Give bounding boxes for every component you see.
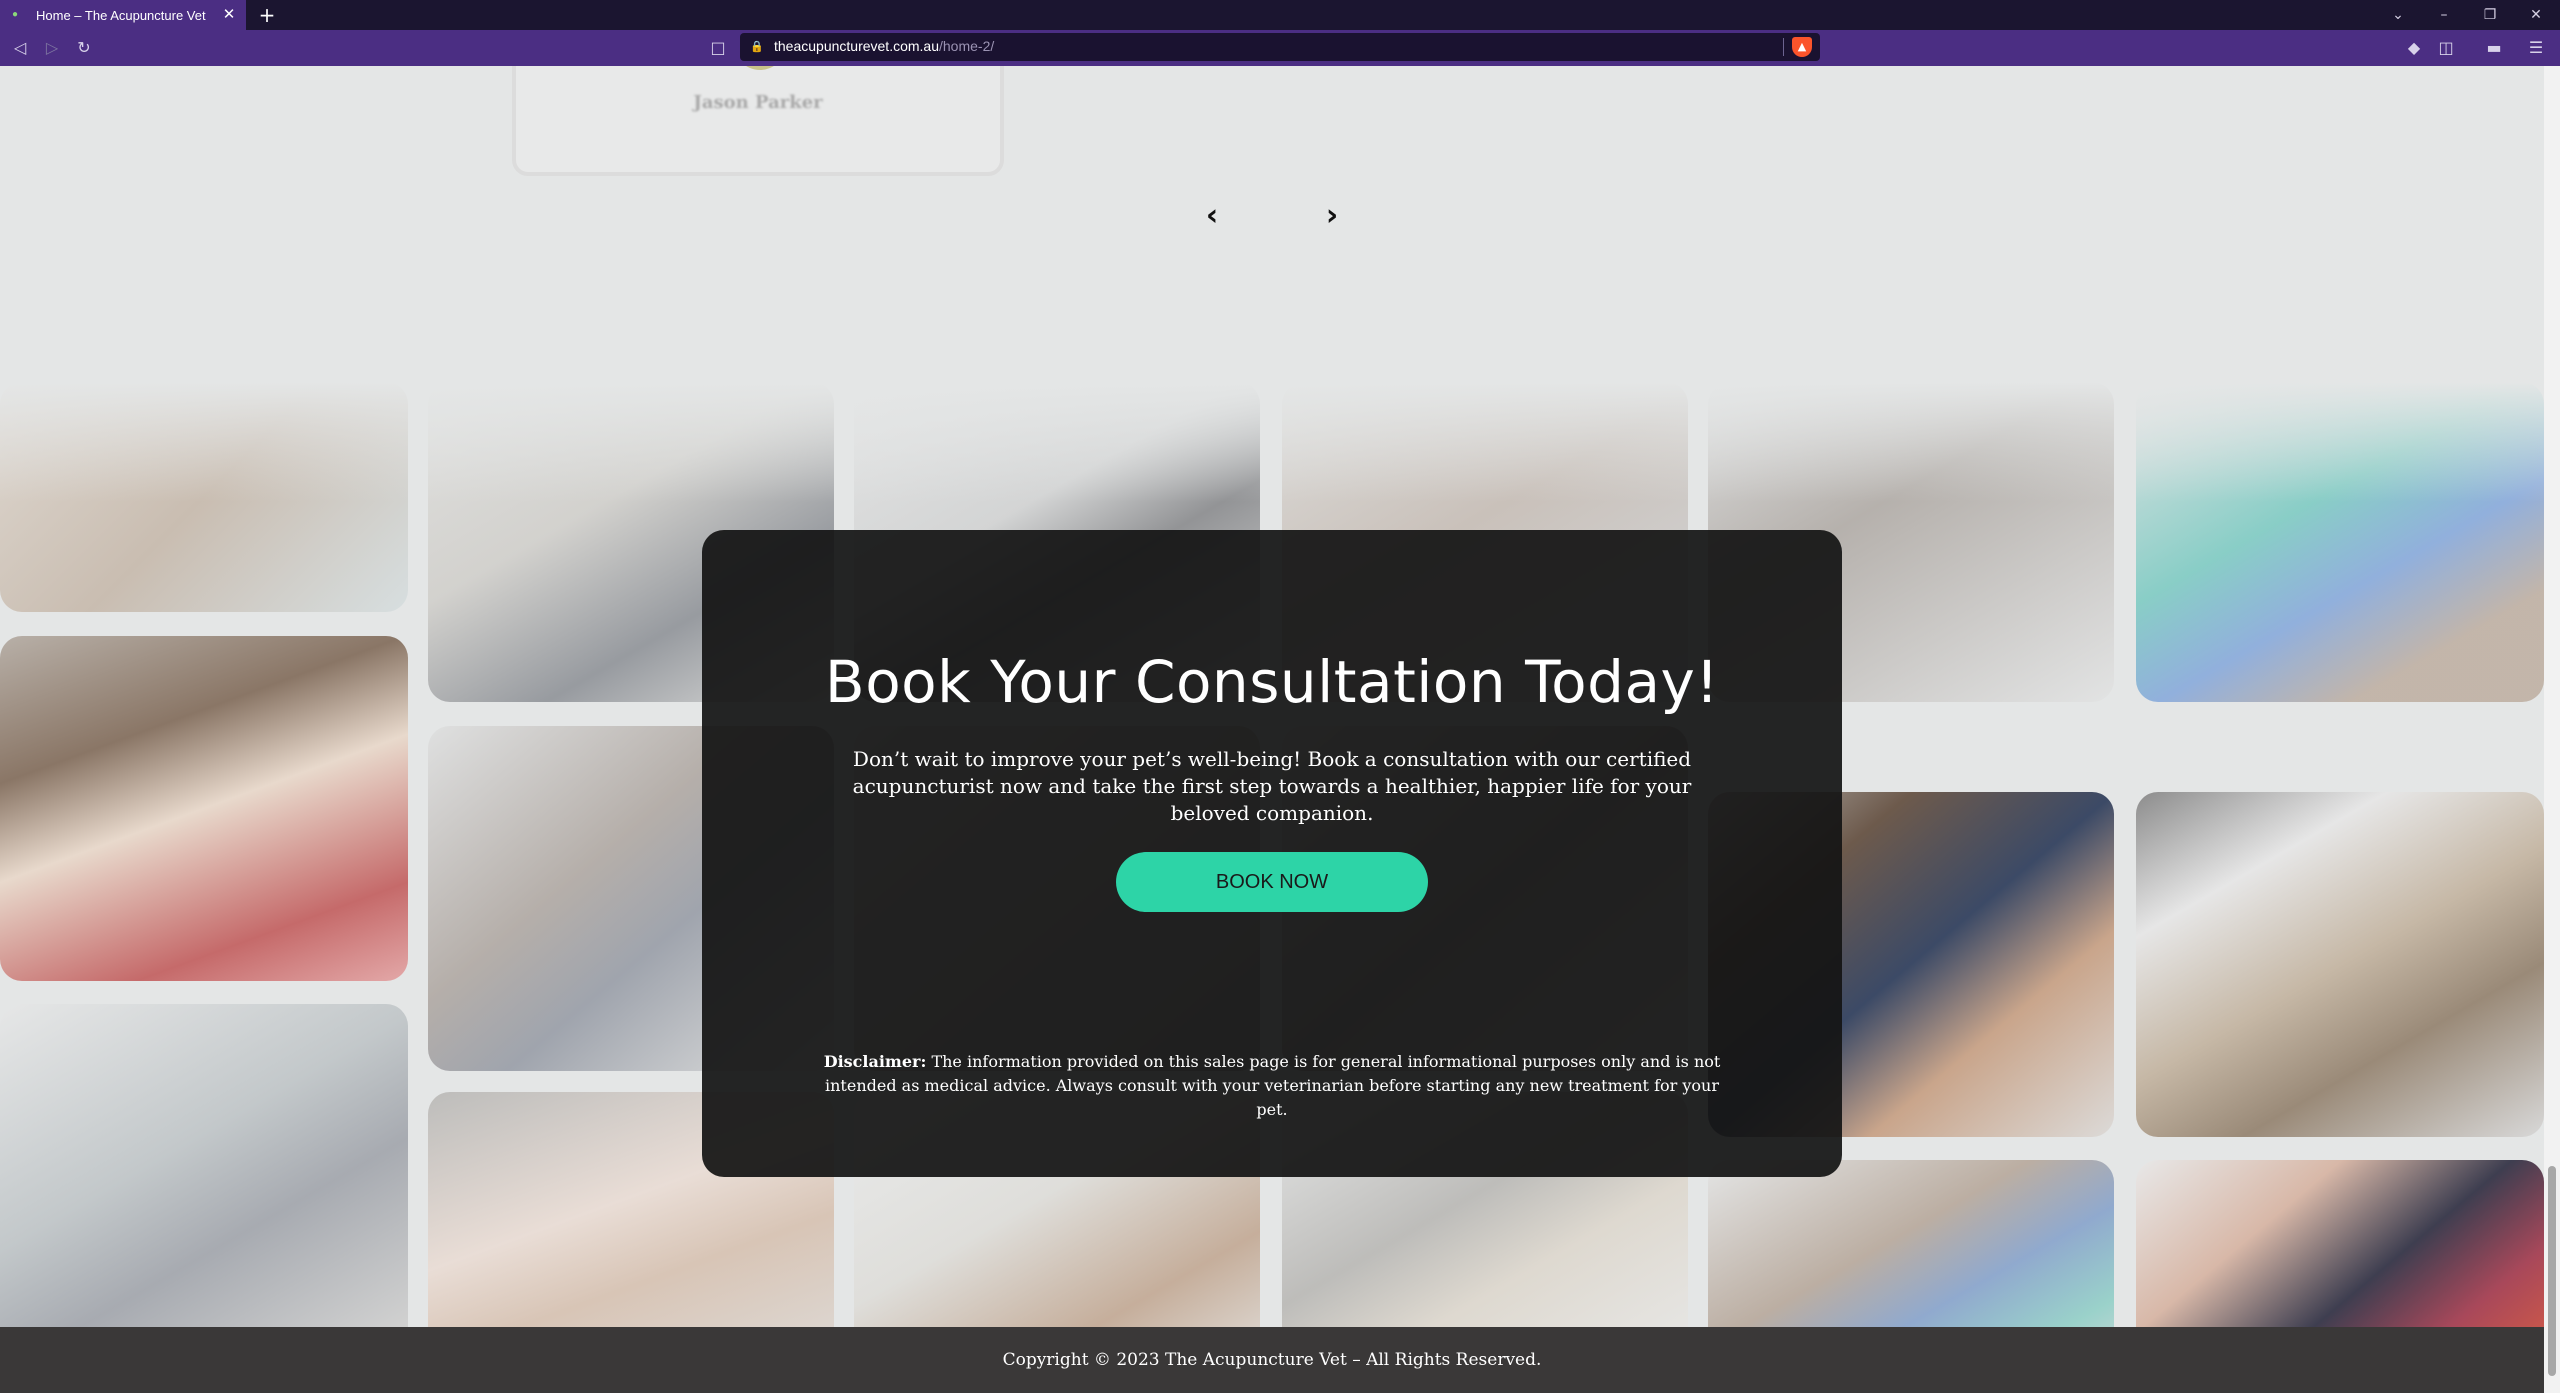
- extensions-icon[interactable]: ◆: [2402, 36, 2426, 60]
- minimize-icon[interactable]: –: [2428, 0, 2460, 30]
- consultation-cta-card: Book Your Consultation Today! Don’t wait…: [702, 530, 1842, 1177]
- disclaimer-label: Disclaimer:: [823, 1052, 927, 1071]
- page-content: Jason Parker ‹ › Book Your Consultation …: [0, 66, 2544, 1393]
- bookmark-icon[interactable]: □: [706, 36, 730, 60]
- browser-tab-strip: ● Home – The Acupuncture Vet ✕ + ⌄ – ❐ ✕: [0, 0, 2560, 30]
- avatar: [734, 66, 786, 70]
- site-favicon-icon: ●: [12, 9, 19, 20]
- footer: Copyright © 2023 The Acupuncture Vet – A…: [0, 1327, 2544, 1393]
- browser-tab[interactable]: ● Home – The Acupuncture Vet ✕: [0, 0, 246, 30]
- book-now-button[interactable]: BOOK NOW: [1116, 852, 1428, 912]
- url-text: theacupuncturevet.com.au/home-2/: [774, 38, 995, 54]
- page-scrollbar[interactable]: [2544, 66, 2560, 1393]
- menu-icon[interactable]: ☰: [2524, 36, 2548, 60]
- gallery-photo: [0, 636, 408, 981]
- cta-intro-text: Don’t wait to improve your pet’s well-be…: [852, 747, 1692, 825]
- scrollbar-thumb[interactable]: [2548, 1166, 2556, 1376]
- gallery-photo: [2136, 792, 2544, 1137]
- reload-icon[interactable]: ↻: [72, 36, 96, 60]
- copyright-text: Copyright © 2023 The Acupuncture Vet – A…: [1002, 1350, 1542, 1370]
- divider: [1783, 38, 1784, 56]
- disclaimer-body: The information provided on this sales p…: [825, 1052, 1721, 1119]
- testimonial-author: Jason Parker: [693, 92, 823, 113]
- sidebar-icon[interactable]: ◫: [2434, 36, 2458, 60]
- carousel-next-button[interactable]: ›: [1312, 196, 1352, 236]
- testimonial-card: Jason Parker: [512, 66, 1004, 176]
- tab-list-chevron-icon[interactable]: ⌄: [2382, 0, 2414, 30]
- close-tab-icon[interactable]: ✕: [220, 6, 238, 24]
- cta-heading: Book Your Consultation Today!: [824, 648, 1720, 716]
- lock-icon: 🔒: [750, 40, 764, 53]
- gallery-fade: [0, 382, 2544, 502]
- back-icon[interactable]: ◁: [8, 36, 32, 60]
- new-tab-icon[interactable]: +: [256, 4, 278, 26]
- restore-icon[interactable]: ❐: [2474, 0, 2506, 30]
- address-bar[interactable]: 🔒 theacupuncturevet.com.au/home-2/ ▲: [740, 33, 1820, 61]
- carousel-prev-button[interactable]: ‹: [1192, 196, 1232, 236]
- tab-title: Home – The Acupuncture Vet: [36, 7, 206, 23]
- disclaimer-text: Disclaimer: The information provided on …: [822, 1050, 1722, 1122]
- wallet-icon[interactable]: ▬: [2478, 36, 2510, 60]
- brave-shield-icon[interactable]: ▲: [1792, 37, 1812, 57]
- close-window-icon[interactable]: ✕: [2520, 0, 2552, 30]
- browser-toolbar: ◁ ▷ ↻ □ 🔒 theacupuncturevet.com.au/home-…: [0, 30, 2560, 66]
- forward-icon[interactable]: ▷: [40, 36, 64, 60]
